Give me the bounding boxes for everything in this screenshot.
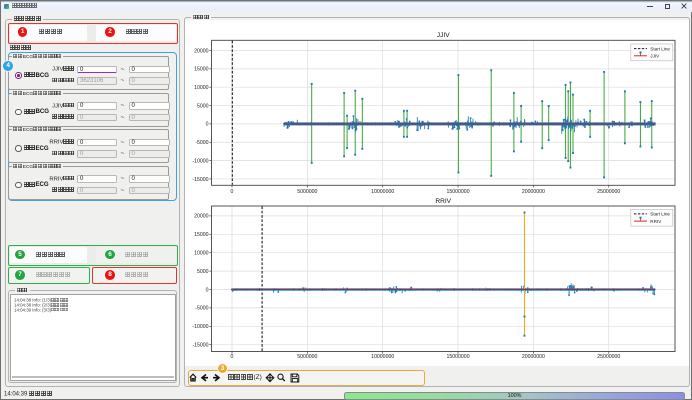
svg-text:RRIV: RRIV — [650, 219, 662, 224]
svg-text:15000000: 15000000 — [447, 189, 470, 195]
svg-text:20000: 20000 — [194, 48, 209, 54]
svg-text:-5000: -5000 — [195, 306, 208, 312]
svg-text:15000: 15000 — [194, 232, 209, 238]
svg-text:20000: 20000 — [194, 214, 209, 220]
svg-text:20000000: 20000000 — [522, 354, 545, 360]
svg-text:0: 0 — [206, 287, 209, 293]
svg-text:0: 0 — [206, 122, 209, 128]
svg-text:JJIV: JJIV — [650, 54, 660, 59]
svg-text:10000000: 10000000 — [371, 354, 394, 360]
svg-text:-5000: -5000 — [195, 140, 208, 146]
svg-text:-15000: -15000 — [192, 343, 208, 349]
svg-text:Start Line: Start Line — [650, 46, 670, 51]
svg-text:JJIV: JJIV — [437, 32, 450, 39]
svg-text:15000: 15000 — [194, 67, 209, 73]
svg-text:5000: 5000 — [197, 103, 209, 109]
svg-text:Start Line: Start Line — [650, 212, 670, 217]
svg-text:20000000: 20000000 — [522, 189, 545, 195]
svg-text:10000: 10000 — [194, 251, 209, 257]
svg-text:25000000: 25000000 — [597, 354, 620, 360]
svg-text:0: 0 — [231, 354, 234, 360]
svg-text:5000: 5000 — [197, 269, 209, 275]
svg-text:-10000: -10000 — [192, 324, 208, 330]
svg-text:15000000: 15000000 — [447, 354, 470, 360]
svg-text:-10000: -10000 — [192, 158, 208, 164]
svg-text:10000: 10000 — [194, 85, 209, 91]
svg-text:-15000: -15000 — [192, 177, 208, 183]
svg-text:5000000: 5000000 — [297, 189, 317, 195]
svg-text:RRIV: RRIV — [435, 198, 451, 205]
svg-text:10000000: 10000000 — [371, 189, 394, 195]
svg-text:5000000: 5000000 — [297, 354, 317, 360]
svg-text:0: 0 — [231, 189, 234, 195]
svg-text:25000000: 25000000 — [597, 189, 620, 195]
